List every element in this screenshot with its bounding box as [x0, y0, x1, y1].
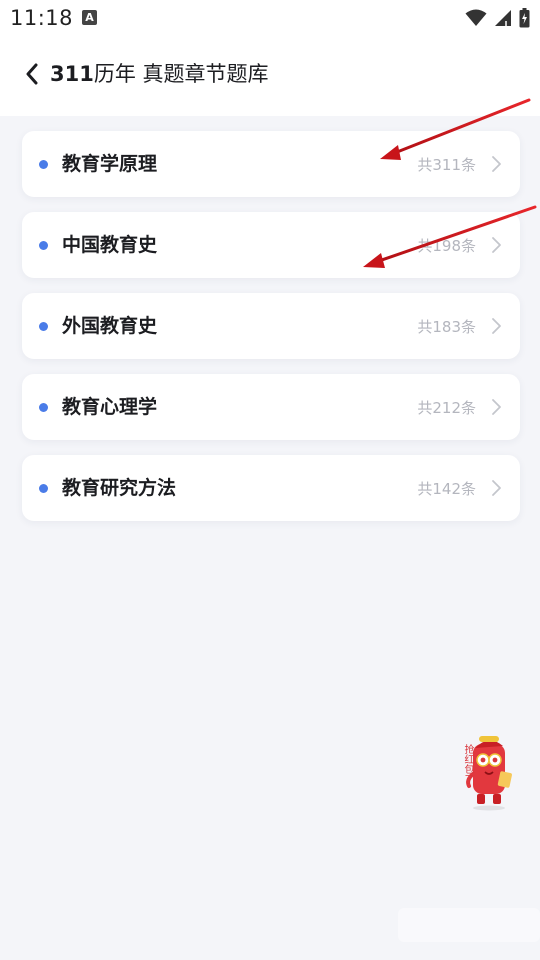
mascot-label: 抢红包了 — [462, 744, 473, 784]
bullet-dot — [39, 403, 48, 412]
battery-icon — [519, 8, 530, 28]
chapter-label: 中国教育史 — [62, 234, 158, 256]
status-time: 11:18 — [10, 6, 74, 30]
bullet-dot — [39, 160, 48, 169]
chevron-right-icon — [492, 237, 501, 253]
header-area: 11:18 A 311历年 真题章节题库 — [0, 0, 540, 116]
bullet-dot — [39, 484, 48, 493]
chapter-item-2[interactable]: 中国教育史 共198条 — [22, 212, 520, 278]
chevron-right-icon — [492, 480, 501, 496]
chapter-count: 共311条 — [417, 156, 476, 174]
chapter-label: 教育研究方法 — [62, 477, 177, 499]
bullet-dot — [39, 241, 48, 250]
page-title-text: 历年 真题章节题库 — [93, 62, 269, 86]
chevron-right-icon — [492, 399, 501, 415]
chapter-item-3[interactable]: 外国教育史 共183条 — [22, 293, 520, 359]
signal-icon — [495, 10, 511, 26]
chapter-label: 教育学原理 — [62, 153, 158, 175]
a-icon: A — [82, 10, 97, 25]
back-button[interactable] — [18, 60, 46, 88]
chevron-left-icon — [26, 63, 38, 85]
chapter-count: 共183条 — [417, 318, 476, 336]
status-icons — [465, 7, 530, 29]
chapter-item-1[interactable]: 教育学原理 共311条 — [22, 131, 520, 197]
nav-bar: 311历年 真题章节题库 — [0, 50, 540, 98]
bottom-overlay — [398, 908, 540, 942]
chapter-list: 教育学原理 共311条 中国教育史 共198条 外国教育史 共183条 教育心理… — [22, 131, 520, 536]
chapter-count: 共212条 — [417, 399, 476, 417]
bullet-dot — [39, 322, 48, 331]
red-envelope-mascot-button[interactable]: 抢红包了 — [455, 732, 517, 812]
chapter-item-4[interactable]: 教育心理学 共212条 — [22, 374, 520, 440]
chapter-count: 共142条 — [417, 480, 476, 498]
page-title: 311历年 真题章节题库 — [50, 60, 269, 88]
chapter-count: 共198条 — [417, 237, 476, 255]
chapter-label: 教育心理学 — [62, 396, 158, 418]
chapter-label: 外国教育史 — [62, 315, 158, 337]
chevron-right-icon — [492, 156, 501, 172]
status-bar: 11:18 A — [0, 0, 540, 36]
wifi-icon — [465, 9, 487, 26]
chapter-item-5[interactable]: 教育研究方法 共142条 — [22, 455, 520, 521]
page-title-number: 311 — [50, 62, 94, 86]
chevron-right-icon — [492, 318, 501, 334]
